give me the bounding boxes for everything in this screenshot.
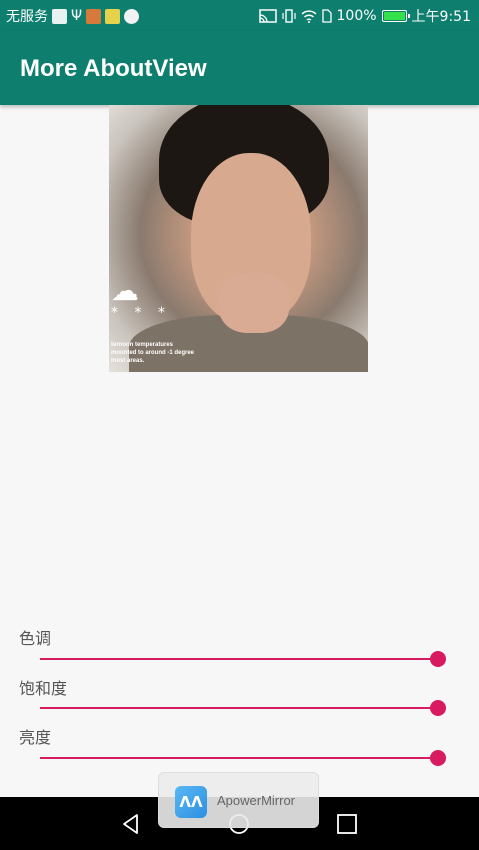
slider-thumb[interactable] — [430, 651, 446, 667]
mountain-icon — [52, 8, 67, 24]
maps-icon — [105, 8, 121, 24]
saturation-label: 饱和度 — [19, 679, 68, 698]
wifi-icon — [300, 10, 317, 23]
battery-fill — [383, 12, 405, 20]
vibrate-icon — [281, 9, 296, 23]
status-left: 无服务 Ψ — [6, 6, 140, 26]
brightness-label: 亮度 — [19, 728, 52, 747]
sim-icon — [321, 9, 332, 23]
toast-text: ApowerMirror — [217, 793, 296, 808]
cast-icon — [258, 9, 277, 23]
usb-icon: Ψ — [71, 8, 83, 24]
battery-icon — [381, 10, 410, 22]
page-title: More AboutView — [20, 55, 207, 82]
slider-thumb[interactable] — [430, 750, 446, 766]
back-icon[interactable] — [120, 813, 142, 835]
caption-line: ternoon temperatures — [111, 342, 174, 348]
carrier-text: 无服务 — [6, 9, 48, 25]
photo-image: ☁ * * * ternoon temperatures mounted to … — [109, 105, 368, 372]
status-right: 100% 上午9:51 — [258, 6, 471, 26]
caption-line: mounted to around -1 degree — [111, 350, 195, 356]
caption-line: most areas. — [111, 358, 145, 364]
app-icon — [86, 8, 102, 24]
brightness-slider[interactable] — [40, 748, 446, 768]
snow-cloud-icon: ☁ — [111, 274, 139, 307]
hue-slider[interactable] — [40, 649, 446, 669]
hue-label: 色调 — [19, 629, 52, 648]
apowermirror-toast: ΛΛ ApowerMirror — [158, 772, 319, 828]
slider-thumb[interactable] — [430, 700, 446, 716]
app-bar: More AboutView — [0, 31, 479, 105]
saturation-slider[interactable] — [40, 698, 446, 718]
photo-stars: * * * — [111, 305, 171, 321]
photo-hand — [219, 273, 289, 333]
weibo-icon — [124, 8, 140, 24]
slider-fill — [40, 658, 438, 660]
slider-fill — [40, 707, 438, 709]
photo-caption: ternoon temperatures mounted to around -… — [111, 341, 194, 365]
clock: 上午9:51 — [411, 9, 471, 25]
recents-icon[interactable] — [336, 813, 358, 835]
slider-fill — [40, 757, 438, 759]
battery-percent: 100% — [336, 8, 377, 24]
status-bar: 无服务 Ψ 100% 上午9:51 — [0, 0, 479, 31]
apowermirror-icon: ΛΛ — [175, 786, 207, 818]
